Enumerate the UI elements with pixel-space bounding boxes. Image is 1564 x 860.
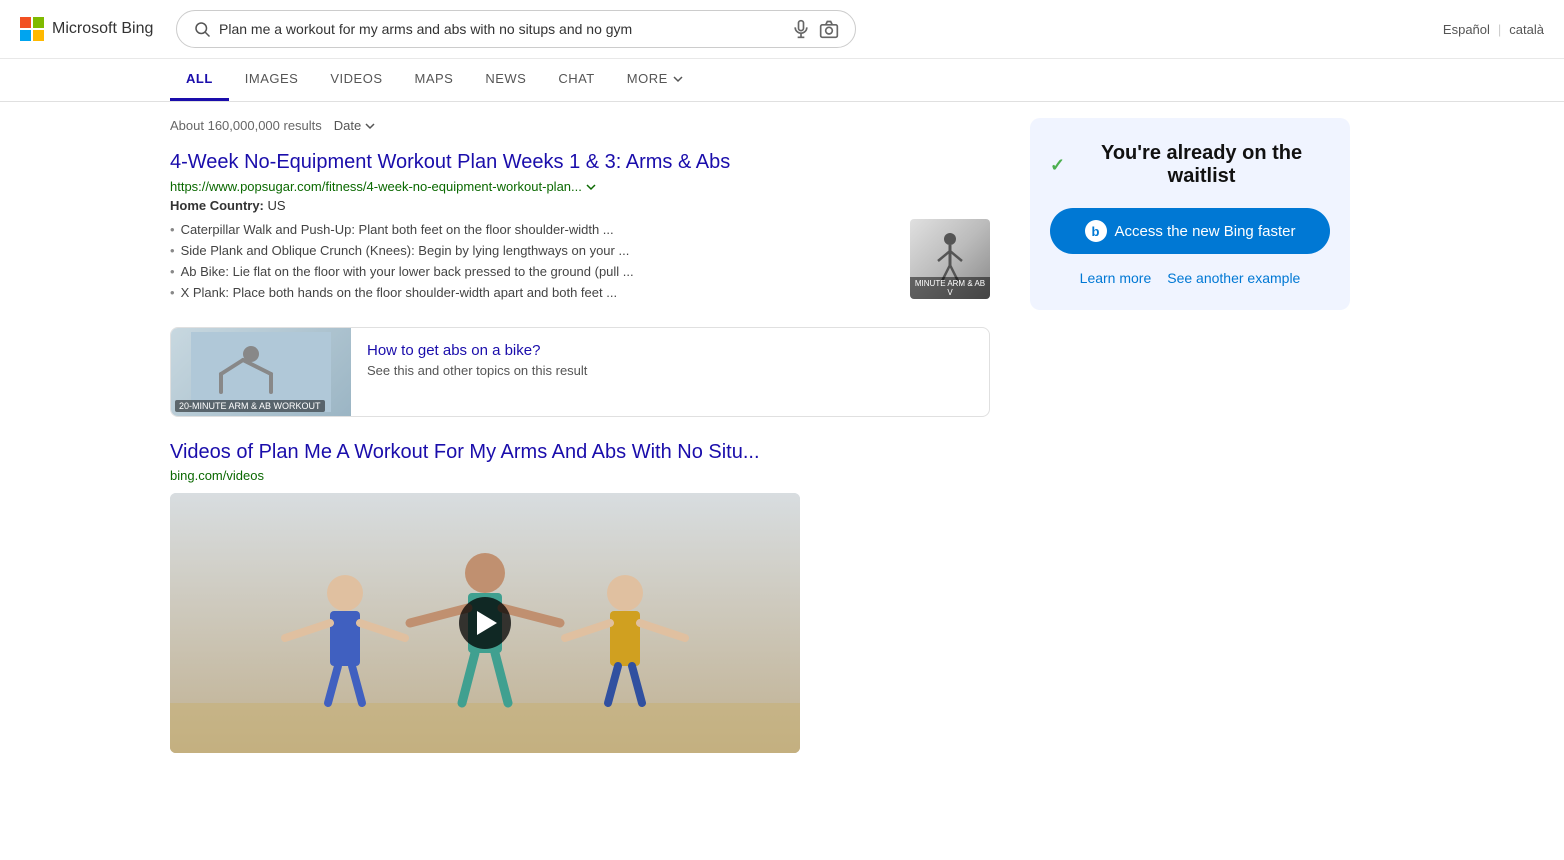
tab-videos[interactable]: VIDEOS (314, 59, 398, 101)
result-thumbnail[interactable]: MINUTE ARM & AB V (910, 219, 990, 299)
camera-icon[interactable] (819, 19, 839, 39)
tab-all[interactable]: ALL (170, 59, 229, 101)
lang-separator: | (1498, 22, 1501, 37)
date-filter[interactable]: Date (334, 118, 375, 133)
search-bar (176, 10, 856, 48)
how-to-text: How to get abs on a bike? See this and o… (351, 328, 603, 416)
lang-catala[interactable]: català (1509, 22, 1544, 37)
results-count-text: About 160,000,000 results (170, 118, 322, 133)
bullet-dot: • (170, 222, 175, 237)
videos-section: Videos of Plan Me A Workout For My Arms … (170, 441, 990, 753)
bullet-dot: • (170, 264, 175, 279)
tab-more[interactable]: MORE (611, 59, 700, 101)
bullet-2: • Side Plank and Oblique Crunch (Knees):… (170, 240, 894, 261)
waitlist-card: ✓ You're already on the waitlist b Acces… (1030, 118, 1350, 310)
tab-images[interactable]: IMAGES (229, 59, 315, 101)
learn-more-link[interactable]: Learn more (1080, 270, 1152, 286)
sidebar: ✓ You're already on the waitlist b Acces… (1030, 118, 1350, 777)
results-area: About 160,000,000 results Date 4-Week No… (170, 118, 990, 777)
header: Microsoft Bing Español | català (0, 0, 1564, 59)
result-bullets: • Caterpillar Walk and Push-Up: Plant bo… (170, 219, 894, 303)
waitlist-title: You're already on the waitlist (1073, 142, 1330, 188)
search-icon (193, 20, 211, 38)
result-meta: Home Country: US (170, 198, 990, 213)
main-content: About 160,000,000 results Date 4-Week No… (0, 102, 1564, 793)
bullet-dot: • (170, 285, 175, 300)
nav-tabs: ALL IMAGES VIDEOS MAPS NEWS CHAT MORE (0, 59, 1564, 102)
lang-area: Español | català (1443, 22, 1544, 37)
access-button-label: Access the new Bing faster (1115, 223, 1296, 240)
checkmark-icon: ✓ (1050, 155, 1065, 176)
video-thumbnail[interactable] (170, 493, 800, 753)
first-result-title[interactable]: 4-Week No-Equipment Workout Plan Weeks 1… (170, 151, 730, 173)
how-to-question[interactable]: How to get abs on a bike? (367, 342, 587, 359)
bullet-3: • Ab Bike: Lie flat on the floor with yo… (170, 261, 894, 282)
see-another-link[interactable]: See another example (1167, 270, 1300, 286)
how-to-image: 20-MINUTE ARM & AB WORKOUT (171, 328, 351, 416)
waitlist-check-row: ✓ You're already on the waitlist (1050, 142, 1330, 188)
thumb-label: MINUTE ARM & AB V (910, 277, 990, 299)
play-triangle-icon (477, 611, 497, 635)
more-label: MORE (627, 71, 668, 86)
tab-chat[interactable]: CHAT (542, 59, 610, 101)
search-input[interactable] (219, 21, 783, 37)
url-dropdown-icon[interactable] (586, 182, 596, 192)
bullet-4: • X Plank: Place both hands on the floor… (170, 282, 894, 303)
bullet-1: • Caterpillar Walk and Push-Up: Plant bo… (170, 219, 894, 240)
waitlist-links: Learn more See another example (1050, 270, 1330, 286)
logo-area: Microsoft Bing (20, 17, 160, 41)
tab-maps[interactable]: MAPS (398, 59, 469, 101)
microphone-icon[interactable] (791, 19, 811, 39)
lang-spanish[interactable]: Español (1443, 22, 1490, 37)
access-bing-button[interactable]: b Access the new Bing faster (1050, 208, 1330, 254)
result-body: • Caterpillar Walk and Push-Up: Plant bo… (170, 219, 990, 303)
first-result-url: https://www.popsugar.com/fitness/4-week-… (170, 179, 990, 194)
microsoft-logo-icon (20, 17, 44, 41)
bullet-dot: • (170, 243, 175, 258)
date-chevron-icon (365, 121, 375, 131)
how-to-label-overlay: 20-MINUTE ARM & AB WORKOUT (175, 400, 325, 412)
how-to-sub: See this and other topics on this result (367, 363, 587, 378)
tab-news[interactable]: NEWS (469, 59, 542, 101)
how-to-box[interactable]: 20-MINUTE ARM & AB WORKOUT How to get ab… (170, 327, 990, 417)
date-filter-label: Date (334, 118, 361, 133)
logo-text: Microsoft Bing (52, 20, 153, 38)
bing-b-icon: b (1085, 220, 1107, 242)
videos-url: bing.com/videos (170, 468, 990, 483)
results-count-bar: About 160,000,000 results Date (170, 118, 990, 133)
first-result: 4-Week No-Equipment Workout Plan Weeks 1… (170, 149, 990, 303)
play-button[interactable] (459, 597, 511, 649)
chevron-down-icon (672, 73, 684, 85)
videos-title[interactable]: Videos of Plan Me A Workout For My Arms … (170, 441, 990, 464)
